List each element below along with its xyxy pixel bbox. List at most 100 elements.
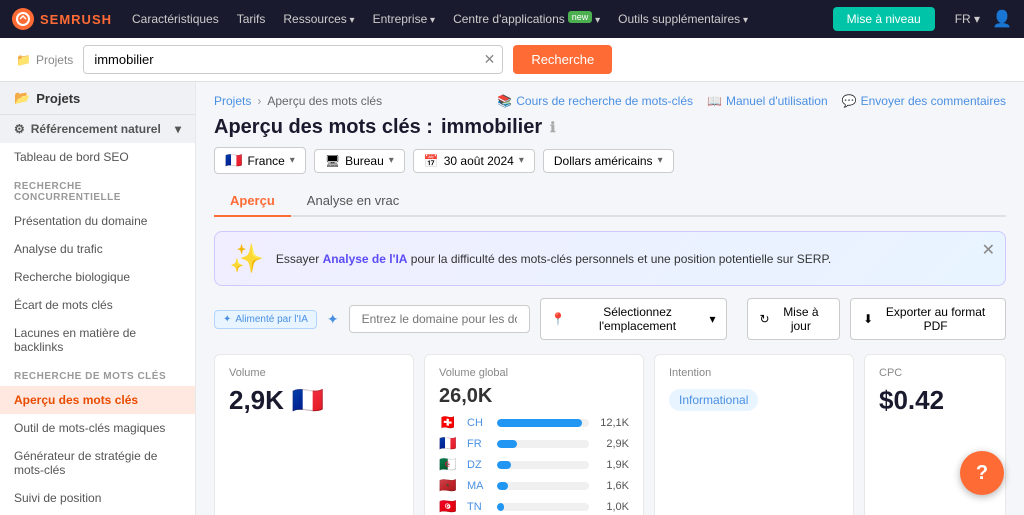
projects-nav[interactable]: 📁 Projets: [16, 53, 73, 67]
sidebar-referencement-arrow: ▾: [175, 122, 181, 136]
sidebar-item-analyse-trafic[interactable]: Analyse du trafic: [0, 235, 195, 263]
update-button[interactable]: ↻ Mise à jour: [747, 298, 841, 340]
search-wrap: ✕: [83, 45, 503, 74]
ai-badge: ✦ Alimenté par l'IA: [214, 310, 317, 329]
sidebar-projects-icon: 📂: [14, 90, 30, 106]
volume-global-label: Volume global: [439, 367, 629, 379]
country-label: France: [247, 154, 284, 168]
sidebar-item-tableau-bord[interactable]: Tableau de bord SEO: [0, 143, 195, 171]
sidebar-item-ecart[interactable]: Écart de mots clés: [0, 291, 195, 319]
help-button[interactable]: ?: [960, 451, 1004, 495]
sidebar-projects-header[interactable]: 📂 Projets: [0, 82, 195, 115]
breadcrumb-manuel-link[interactable]: 📖 Manuel d'utilisation: [707, 94, 828, 108]
sidebar-item-lacunes[interactable]: Lacunes en matière de backlinks: [0, 319, 195, 361]
country-row-ma: 🇲🇦 MA 1,6K: [439, 477, 629, 494]
domain-input[interactable]: [349, 305, 530, 333]
ch-code: CH: [467, 417, 489, 429]
refresh-icon: ↻: [760, 312, 770, 326]
breadcrumb-separator: ›: [257, 94, 261, 108]
new-badge: new: [568, 11, 593, 23]
sidebar-section-mots-cles: RECHERCHE DE MOTS CLÉS: [0, 361, 195, 386]
volume-flag: 🇫🇷: [292, 385, 324, 416]
language-selector[interactable]: FR ▾: [955, 12, 980, 26]
plus-icon: ✦: [327, 311, 339, 328]
intention-card: Intention Informational: [654, 354, 854, 515]
sidebar-item-generateur[interactable]: Générateur de stratégie de mots-clés: [0, 442, 195, 484]
currency-label: Dollars américains: [554, 154, 653, 168]
nav-entreprise[interactable]: Entreprise: [373, 12, 436, 26]
tn-flag: 🇹🇳: [439, 498, 459, 515]
cpc-value: $0.42: [879, 385, 991, 416]
download-icon: ⬇: [863, 312, 873, 326]
sidebar-item-outil-magique[interactable]: Outil de mots-clés magiques: [0, 414, 195, 442]
sidebar-referencement[interactable]: ⚙ Référencement naturel ▾: [0, 115, 195, 143]
device-label: Bureau: [345, 154, 384, 168]
upgrade-button[interactable]: Mise à niveau: [833, 7, 935, 31]
breadcrumb-cours-link[interactable]: 📚 Cours de recherche de mots-clés: [497, 94, 693, 108]
tab-analyse-vrac[interactable]: Analyse en vrac: [291, 186, 416, 217]
tabs: Aperçu Analyse en vrac: [214, 186, 1006, 217]
sidebar-section-concurrentielle: RECHERCHE CONCURRENTIELLE: [0, 171, 195, 207]
volume-global-value: 26,0K: [439, 385, 629, 408]
location-button[interactable]: 📍 Sélectionnez l'emplacement ▾: [540, 298, 727, 340]
nav-outils[interactable]: Outils supplémentaires: [618, 12, 748, 26]
intention-label: Intention: [669, 367, 839, 379]
ai-banner-close[interactable]: ✕: [982, 240, 995, 260]
breadcrumb: Projets › Aperçu des mots clés 📚 Cours d…: [214, 94, 1006, 108]
search-button[interactable]: Recherche: [513, 45, 612, 74]
device-icon: 🖥: [325, 154, 340, 168]
dz-code: DZ: [467, 459, 489, 471]
info-icon[interactable]: ℹ: [550, 119, 555, 136]
sidebar-item-apercu[interactable]: Aperçu des mots clés: [0, 386, 195, 414]
sidebar-projects-label: Projets: [36, 91, 80, 106]
country-row-dz: 🇩🇿 DZ 1,9K: [439, 456, 629, 473]
fr-flag: 🇫🇷: [439, 435, 459, 452]
search-clear-icon[interactable]: ✕: [484, 51, 496, 68]
ai-link[interactable]: Analyse de l'IA: [323, 252, 408, 266]
sidebar-item-suivi-position[interactable]: Suivi de position: [0, 484, 195, 512]
currency-filter[interactable]: Dollars américains ▾: [543, 149, 674, 173]
logo-icon: [12, 8, 34, 30]
cpc-label: CPC: [879, 367, 991, 379]
user-icon[interactable]: 👤: [992, 9, 1012, 29]
volume-value: 2,9K 🇫🇷: [229, 385, 399, 416]
breadcrumb-feedback-link[interactable]: 💬 Envoyer des commentaires: [842, 94, 1006, 108]
nav-centre[interactable]: Centre d'applicationsnew: [453, 12, 600, 26]
logo-text: SEMRUSH: [40, 12, 112, 27]
main-layout: 📂 Projets ⚙ Référencement naturel ▾ Tabl…: [0, 82, 1024, 515]
sparkle-icon: ✨: [229, 242, 264, 275]
ai-banner-text: Essayer Analyse de l'IA pour la difficul…: [276, 252, 991, 266]
breadcrumb-projects-link[interactable]: Projets: [214, 94, 251, 108]
export-button[interactable]: ⬇ Exporter au format PDF: [850, 298, 1006, 340]
intention-badge: Informational: [669, 389, 758, 411]
device-filter[interactable]: 🖥 Bureau ▾: [314, 149, 405, 173]
filters-row: 🇫🇷 France ▾ 🖥 Bureau ▾ 📅 30 août 2024 ▾ …: [214, 147, 1006, 174]
sidebar-item-recherche-bio[interactable]: Recherche biologique: [0, 263, 195, 291]
page-title-keyword: immobilier: [441, 116, 542, 139]
date-arrow: ▾: [519, 155, 524, 166]
sidebar-referencement-icon: ⚙: [14, 122, 25, 136]
nav-ressources[interactable]: Ressources: [283, 12, 354, 26]
tn-code: TN: [467, 501, 489, 513]
country-row-fr: 🇫🇷 FR 2,9K: [439, 435, 629, 452]
tab-apercu[interactable]: Aperçu: [214, 186, 291, 217]
sidebar: 📂 Projets ⚙ Référencement naturel ▾ Tabl…: [0, 82, 196, 515]
location-arrow: ▾: [710, 312, 716, 326]
breadcrumb-current: Aperçu des mots clés: [267, 94, 382, 108]
date-filter[interactable]: 📅 30 août 2024 ▾: [413, 149, 535, 173]
volume-global-card: Volume global 26,0K 🇨🇭 CH 12,1K 🇫🇷 FR 2,…: [424, 354, 644, 515]
nav-tarifs[interactable]: Tarifs: [237, 12, 266, 26]
device-arrow: ▾: [389, 155, 394, 166]
country-row-tn: 🇹🇳 TN 1,0K: [439, 498, 629, 515]
sidebar-item-presentation[interactable]: Présentation du domaine: [0, 207, 195, 235]
nav-caracteristiques[interactable]: Caractéristiques: [132, 12, 219, 26]
volume-card: Volume 2,9K 🇫🇷: [214, 354, 414, 515]
semrush-logo[interactable]: SEMRUSH: [12, 8, 112, 30]
breadcrumb-actions: 📚 Cours de recherche de mots-clés 📖 Manu…: [497, 94, 1006, 108]
ch-flag: 🇨🇭: [439, 414, 459, 431]
country-filter[interactable]: 🇫🇷 France ▾: [214, 147, 306, 174]
country-flag: 🇫🇷: [225, 152, 242, 169]
search-input[interactable]: [83, 45, 503, 74]
top-navigation: SEMRUSH Caractéristiques Tarifs Ressourc…: [0, 0, 1024, 38]
date-icon: 📅: [424, 154, 439, 168]
